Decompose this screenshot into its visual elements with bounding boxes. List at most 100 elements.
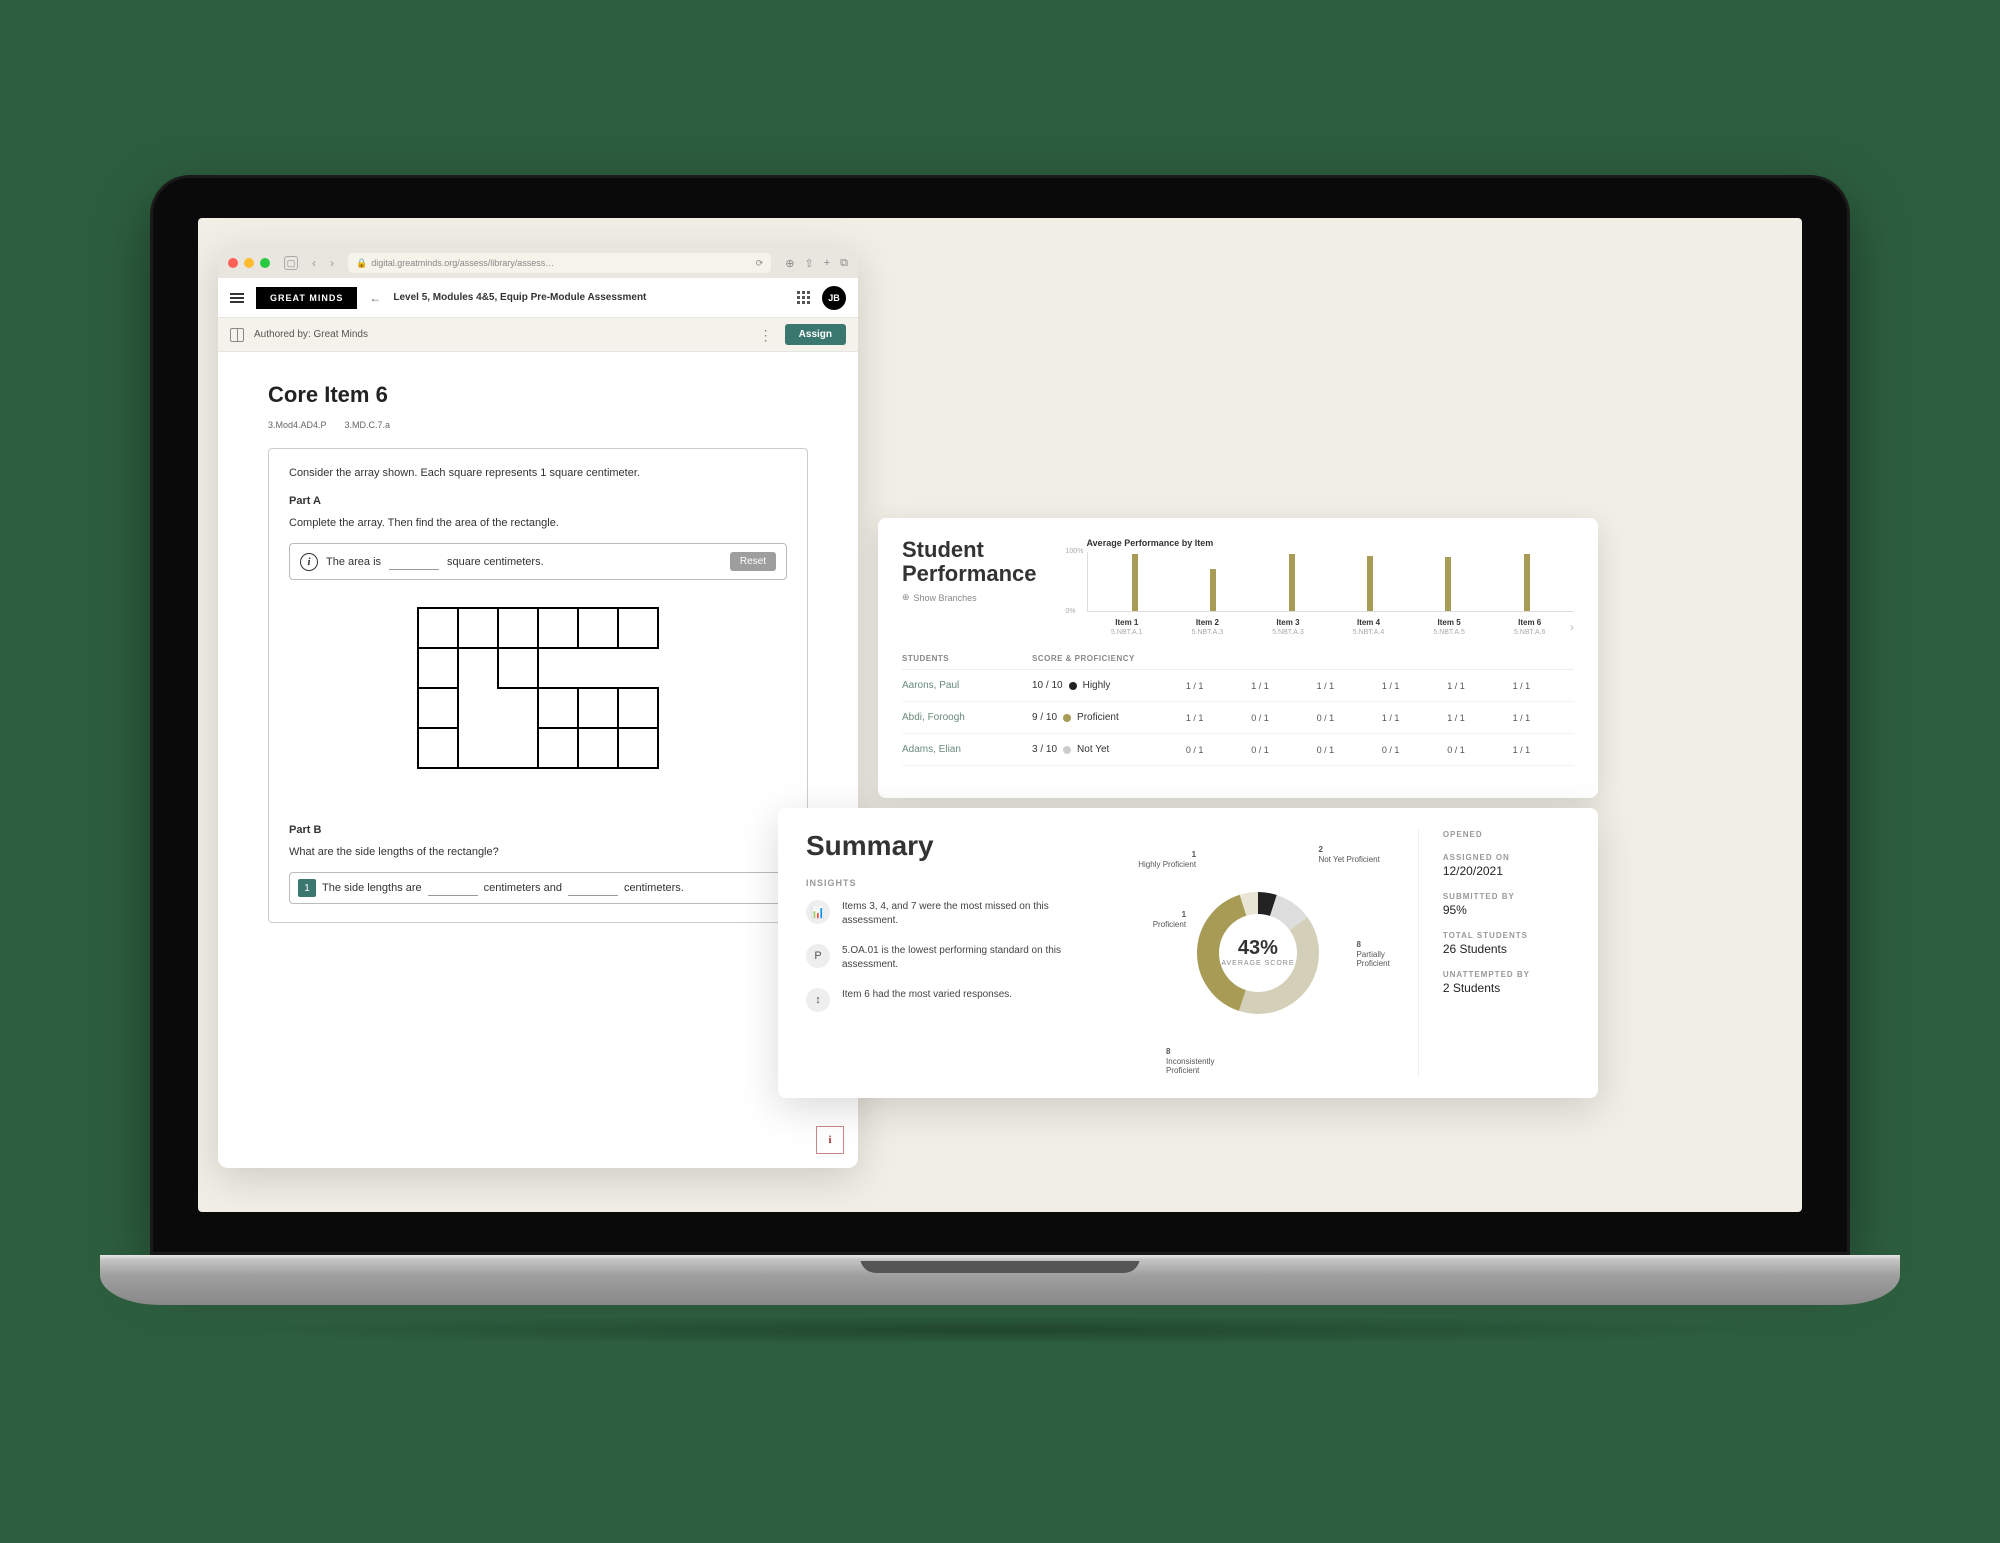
download-icon[interactable]: ⊕ (785, 257, 794, 270)
length-input-2[interactable] (568, 880, 618, 896)
insight-text: Items 3, 4, and 7 were the most missed o… (842, 900, 1098, 928)
table-row[interactable]: Adams, Elian3 / 10 Not Yet0 / 10 / 10 / … (902, 734, 1574, 766)
back-icon[interactable]: ← (369, 291, 381, 305)
laptop-base (100, 1255, 1900, 1305)
menu-icon[interactable] (230, 293, 244, 303)
score-value: 1 / 1 (1358, 681, 1423, 691)
score-header: SCORE & PROFICIENCY (1032, 654, 1162, 663)
address-bar[interactable]: 🔒 digital.greatminds.org/assess/library/… (348, 253, 771, 273)
item-box: Consider the array shown. Each square re… (268, 448, 808, 923)
app-header: GREAT MINDS ← Level 5, Modules 4&5, Equi… (218, 278, 858, 318)
sidebar-toggle-icon[interactable]: ▢ (284, 256, 298, 270)
score-value: 1 / 1 (1489, 713, 1554, 723)
share-icon[interactable]: ⇧ (804, 257, 813, 270)
average-score: 43% (1238, 937, 1278, 960)
area-input[interactable] (389, 554, 439, 570)
fill-suffix: centimeters. (624, 882, 684, 894)
fill-mid: centimeters and (484, 882, 562, 894)
stat-label: SUBMITTED BY (1443, 892, 1570, 901)
chart-item-header[interactable]: Item 65.NBT.A.6 (1489, 618, 1570, 636)
standard-tag: 3.MD.C.7.a (345, 420, 391, 430)
insight-text: Item 6 had the most varied responses. (842, 988, 1012, 1002)
url-text: digital.greatminds.org/assess/library/as… (371, 258, 554, 268)
chart-item-header[interactable]: Item 25.NBT.A.3 (1167, 618, 1248, 636)
length-input-1[interactable] (428, 880, 478, 896)
help-icon[interactable]: i (816, 1126, 844, 1154)
answer-row: i The area is square centimeters. Reset (289, 543, 787, 580)
close-icon[interactable] (228, 258, 238, 268)
chart-item-header[interactable]: Item 15.NBT.A.1 (1087, 618, 1168, 636)
brand-logo[interactable]: GREAT MINDS (256, 287, 357, 309)
item-prompt: Consider the array shown. Each square re… (289, 467, 787, 479)
back-button[interactable]: ‹ (312, 256, 316, 270)
stat-item: ASSIGNED ON12/20/2021 (1443, 853, 1570, 878)
forward-button[interactable]: › (330, 256, 334, 270)
apps-grid-icon[interactable] (797, 291, 810, 304)
stat-value: 26 Students (1443, 942, 1570, 956)
refresh-icon[interactable]: ⟳ (756, 258, 764, 269)
window-controls[interactable] (228, 258, 270, 268)
lock-icon: 🔒 (356, 258, 367, 269)
stat-label: OPENED (1443, 830, 1570, 839)
table-row[interactable]: Abdi, Foroogh9 / 10 Proficient1 / 10 / 1… (902, 702, 1574, 734)
minimize-icon[interactable] (244, 258, 254, 268)
new-tab-icon[interactable]: + (824, 257, 830, 270)
user-avatar[interactable]: JB (822, 286, 846, 310)
insight-icon: ↕ (806, 988, 830, 1012)
item-content: Core Item 6 3.Mod4.AD4.P 3.MD.C.7.a Cons… (218, 352, 858, 953)
plus-icon: ⊕ (902, 592, 910, 603)
chart-item-header[interactable]: Item 45.NBT.A.4 (1328, 618, 1409, 636)
score-value: 1 / 1 (1162, 681, 1227, 691)
score-value: 0 / 1 (1293, 745, 1358, 755)
standard-tag: 3.Mod4.AD4.P (268, 420, 327, 430)
performance-title: StudentPerformance (902, 538, 1037, 586)
stat-item: TOTAL STUDENTS26 Students (1443, 931, 1570, 956)
item-title: Core Item 6 (268, 382, 808, 408)
student-name[interactable]: Abdi, Foroogh (902, 712, 1032, 723)
show-branches-toggle[interactable]: ⊕Show Branches (902, 592, 1037, 603)
insight-icon: 📊 (806, 900, 830, 924)
maximize-icon[interactable] (260, 258, 270, 268)
tabs-icon[interactable]: ⧉ (840, 257, 848, 270)
assign-button[interactable]: Assign (785, 324, 846, 345)
table-row[interactable]: Aarons, Paul10 / 10 Highly1 / 11 / 11 / … (902, 670, 1574, 702)
part-b-label: Part B (289, 824, 787, 836)
summary-card: Summary INSIGHTS 📊Items 3, 4, and 7 were… (778, 808, 1598, 1098)
stat-value: 12/20/2021 (1443, 864, 1570, 878)
insight-icon: P (806, 944, 830, 968)
student-name[interactable]: Adams, Elian (902, 744, 1032, 755)
page-title: Level 5, Modules 4&5, Equip Pre-Module A… (393, 292, 646, 303)
chart-item-header[interactable]: Item 55.NBT.A.5 (1409, 618, 1490, 636)
insight-item: P5.OA.01 is the lowest performing standa… (806, 944, 1098, 972)
stat-label: UNATTEMPTED BY (1443, 970, 1570, 979)
fill-number: 1 (298, 879, 316, 897)
part-a-label: Part A (289, 495, 787, 507)
score-value: 1 / 1 (1358, 713, 1423, 723)
summary-title: Summary (806, 830, 1098, 862)
score-value: 1 / 1 (1293, 681, 1358, 691)
summary-stats: OPENEDASSIGNED ON12/20/2021SUBMITTED BY9… (1418, 830, 1570, 1076)
score-value: 1 / 1 (1162, 713, 1227, 723)
score-value: 1 / 1 (1489, 745, 1554, 755)
score-value: 0 / 1 (1162, 745, 1227, 755)
score-value: 1 / 1 (1227, 681, 1292, 691)
chart-item-header[interactable]: Item 35.NBT.A.3 (1248, 618, 1329, 636)
array-figure[interactable] (289, 598, 787, 798)
laptop-mockup: ▢ ‹ › 🔒 digital.greatminds.org/assess/li… (100, 175, 1900, 1375)
score-value: 1 / 1 (1423, 713, 1488, 723)
standards: 3.Mod4.AD4.P 3.MD.C.7.a (268, 420, 808, 430)
score-cell: 9 / 10 Proficient (1032, 712, 1162, 723)
reset-button[interactable]: Reset (730, 552, 776, 571)
score-value: 1 / 1 (1423, 681, 1488, 691)
info-icon[interactable]: i (300, 553, 318, 571)
stat-item: UNATTEMPTED BY2 Students (1443, 970, 1570, 995)
student-name[interactable]: Aarons, Paul (902, 680, 1032, 691)
browser-toolbar: ▢ ‹ › 🔒 digital.greatminds.org/assess/li… (218, 248, 858, 278)
scroll-right-icon[interactable]: › (1570, 620, 1574, 634)
browser-window: ▢ ‹ › 🔒 digital.greatminds.org/assess/li… (218, 248, 858, 1168)
score-value: 1 / 1 (1489, 681, 1554, 691)
students-header: STUDENTS (902, 654, 1032, 663)
performance-table: STUDENTS SCORE & PROFICIENCY Aarons, Pau… (902, 654, 1574, 766)
answer-suffix: square centimeters. (447, 556, 544, 568)
score-value: 0 / 1 (1227, 713, 1292, 723)
